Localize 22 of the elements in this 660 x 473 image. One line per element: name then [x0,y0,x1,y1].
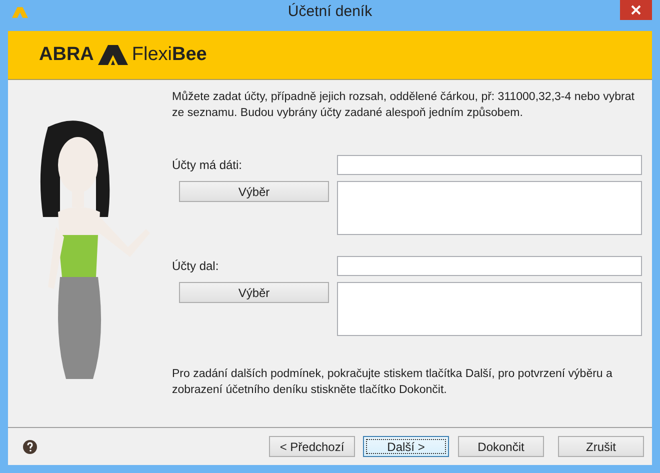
wizard-button[interactable]: Další > [363,436,449,457]
account-input[interactable] [337,155,642,175]
field-label: Účty má dáti: [172,157,244,174]
app-logo-icon [12,6,28,18]
wizard-button[interactable]: Dokončit [458,436,544,457]
close-button[interactable] [620,0,652,20]
hint-text: Pro zadání dalších podmínek, pokračujte stiskem tlačítka Další, pro potvrzení výběru a zobrazení účetního deníku stiskněte tlačítko Dokončit. [172,367,614,398]
account-list-field[interactable] [337,282,642,336]
brand-text: ABRA [39,42,94,67]
account-list-field[interactable] [337,181,642,235]
logo-icon [98,45,128,65]
intro-text: Můžete zadat účty, případně jejich rozsah, oddělené čárkou, př: 311000,32,3-4 nebo vybrat ze seznamu. Budou vybrány účty zadané alespoň jedním způsobem. [172,90,636,121]
close-icon [631,5,641,15]
select-button[interactable]: Výběr [179,282,329,303]
select-button[interactable]: Výběr [179,181,329,202]
product-text: FlexiBee [132,42,207,67]
field-label: Účty dal: [172,258,220,275]
window-title: Účetní deník [288,2,372,22]
wizard-button[interactable]: Zrušit [558,436,644,457]
help-icon[interactable] [23,440,37,454]
wizard-button[interactable]: < Předchozí [269,436,355,457]
account-input[interactable] [337,256,642,276]
